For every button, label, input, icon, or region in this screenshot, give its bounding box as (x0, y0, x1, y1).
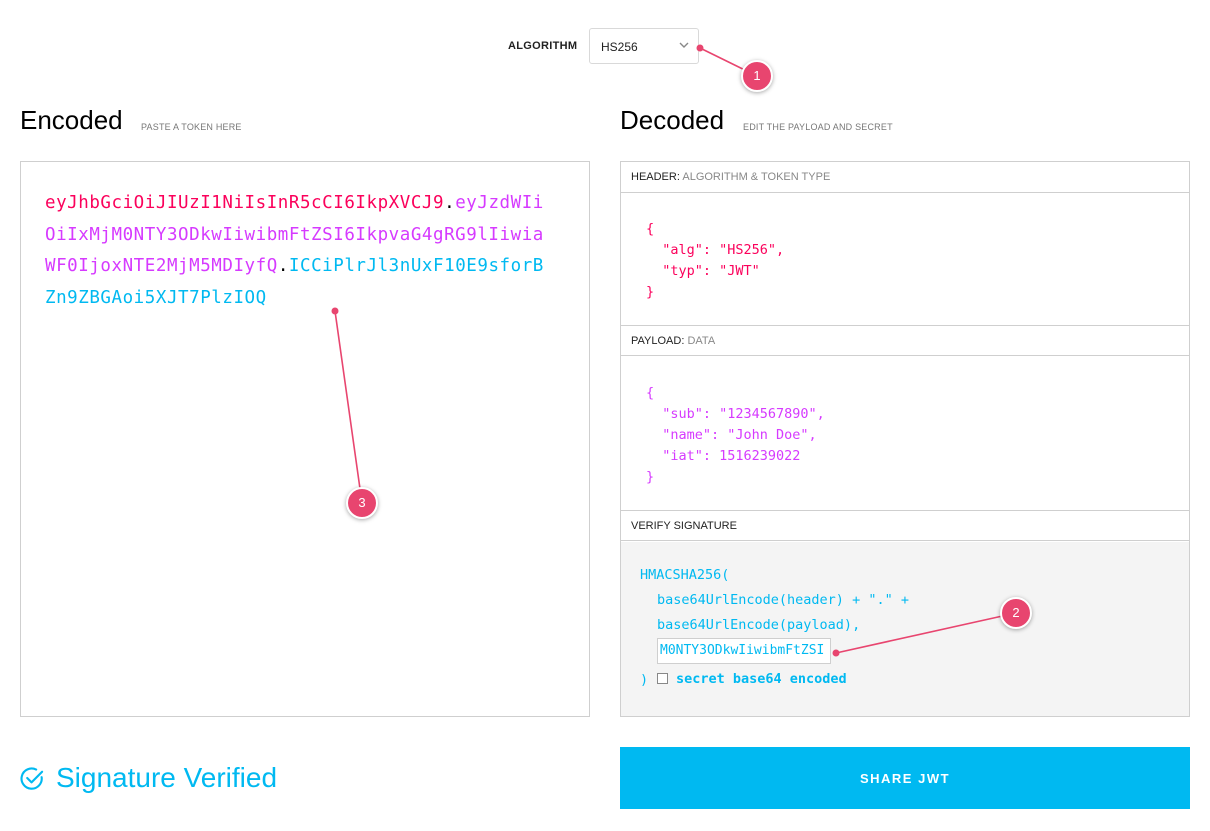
decoded-panel: HEADER: ALGORITHM & TOKEN TYPE { "alg": … (620, 161, 1190, 717)
share-jwt-button[interactable]: SHARE JWT (620, 747, 1190, 809)
check-circle-icon (20, 767, 44, 790)
token-header-part: eyJhbGciOiJIUzI1NiIsInR5cCI6IkpXVCJ9 (45, 193, 445, 213)
verify-section-title: VERIFY SIGNATURE (621, 510, 1189, 541)
algorithm-label: ALGORITHM (508, 40, 578, 52)
header-section-sublabel: ALGORITHM & TOKEN TYPE (682, 171, 831, 183)
callout-badge-3: 3 (346, 487, 378, 519)
decoded-subtitle: EDIT THE PAYLOAD AND SECRET (743, 122, 893, 132)
secret-input[interactable]: M0NTY3ODkwIiwibmFtZSI (657, 638, 831, 664)
secret-base64-checkbox[interactable] (657, 673, 668, 684)
algorithm-select[interactable]: HS256 (589, 28, 699, 64)
encoded-token-editor[interactable]: eyJhbGciOiJIUzI1NiIsInR5cCI6IkpXVCJ9.eyJ… (20, 161, 590, 717)
verify-signature-area: HMACSHA256( base64UrlEncode(header) + ".… (621, 542, 1189, 716)
decoded-title: Decoded (620, 105, 725, 135)
chevron-down-icon (679, 42, 689, 48)
payload-section-sublabel: DATA (687, 335, 716, 347)
header-section-title: HEADER: ALGORITHM & TOKEN TYPE (621, 162, 1189, 193)
header-json-editor[interactable]: { "alg": "HS256", "typ": "JWT" } (646, 219, 784, 303)
payload-section-title: PAYLOAD: DATA (621, 325, 1189, 356)
encoded-subtitle: PASTE A TOKEN HERE (141, 122, 242, 132)
signature-status-text: Signature Verified (56, 762, 278, 793)
token-dot: . (444, 193, 456, 213)
verify-section-label: VERIFY SIGNATURE (631, 520, 737, 532)
algorithm-select-value: HS256 (601, 40, 638, 54)
callout-badge-2: 2 (1000, 597, 1032, 629)
encoded-title: Encoded (20, 105, 123, 135)
token-dot: . (277, 256, 289, 276)
callout-badge-1: 1 (741, 60, 773, 92)
encoded-token-text[interactable]: eyJhbGciOiJIUzI1NiIsInR5cCI6IkpXVCJ9.eyJ… (45, 188, 545, 314)
payload-json-editor[interactable]: { "sub": "1234567890", "name": "John Doe… (646, 383, 825, 488)
header-section-label: HEADER: (631, 171, 680, 183)
verify-line-hmac: HMACSHA256( (640, 567, 730, 583)
verify-line-close: ) (640, 672, 649, 688)
verify-line-header: base64UrlEncode(header) + "." + (657, 592, 909, 608)
payload-section-label: PAYLOAD: (631, 335, 685, 347)
verify-line-payload: base64UrlEncode(payload), (657, 617, 861, 633)
secret-base64-label: secret base64 encoded (676, 671, 847, 687)
